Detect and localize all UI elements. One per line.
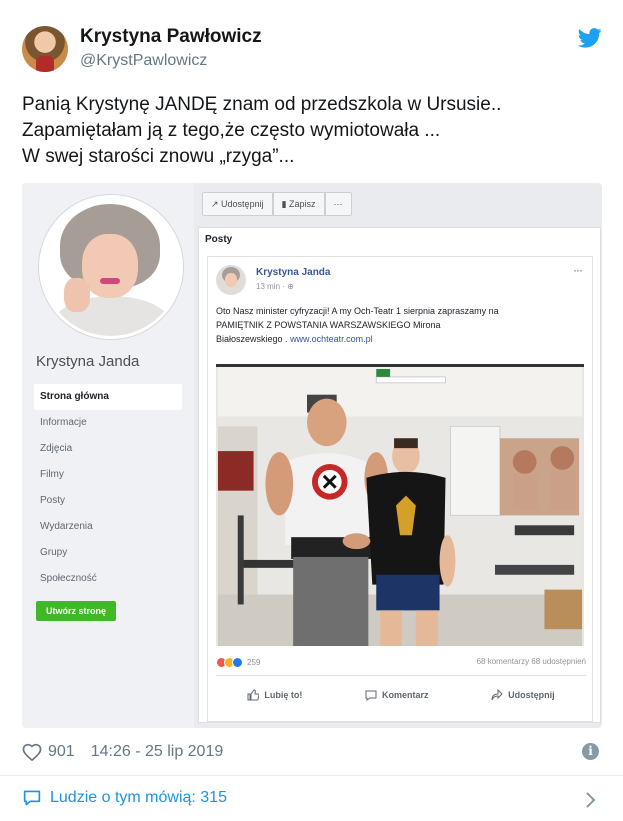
globe-icon: ⊕ xyxy=(287,282,294,291)
fb-post-text-line: PAMIĘTNIK Z POWSTANIA WARSZAWSKIEGO Miro… xyxy=(216,320,441,330)
fb-posts-section: Posty Krystyna Janda 13 min · ⊕ ··· Oto … xyxy=(198,227,601,723)
fb-nav-item: Strona główna xyxy=(34,384,182,410)
info-icon[interactable]: i xyxy=(582,743,599,760)
fb-share-label: Udostępnij xyxy=(221,199,264,209)
fb-post-link: www.ochteatr.com.pl xyxy=(290,334,373,344)
conversation-label: Ludzie o tym mówią: 315 xyxy=(50,789,227,806)
fb-nav-item: Filmy xyxy=(40,469,64,480)
fb-nav-item: Zdjęcia xyxy=(40,443,73,454)
fb-post-text-line: Oto Nasz minister cyfryzacji! A my Och-T… xyxy=(216,306,499,316)
fb-nav-item: Społeczność xyxy=(40,573,97,584)
fb-share-action: ↗ Udostępnij xyxy=(202,192,273,216)
tweet-text-line: Zapamiętałam ją z tego,że często wymioto… xyxy=(22,120,441,141)
fb-top-actions: ↗ Udostępnij ▮ Zapisz ··· xyxy=(202,192,352,216)
fb-post: Krystyna Janda 13 min · ⊕ ··· Oto Nasz m… xyxy=(207,256,593,722)
author-handle[interactable]: @KrystPawlowicz xyxy=(80,52,207,70)
tweet-meta: 901 14:26 - 25 lip 2019 xyxy=(22,741,602,763)
fb-post-photo xyxy=(216,364,584,646)
conversation-link[interactable]: Ludzie o tym mówią: 315 xyxy=(22,789,227,807)
share-arrow-icon xyxy=(491,689,503,701)
fb-nav-item: Posty xyxy=(40,495,66,506)
fb-create-page-button: Utwórz stronę xyxy=(36,601,116,621)
footer-divider xyxy=(0,775,623,776)
fb-post-avatar xyxy=(216,265,246,295)
fb-reaction-count: 259 xyxy=(247,658,261,667)
fb-nav-item: Wydarzenia xyxy=(40,521,93,532)
embedded-screenshot[interactable]: Krystyna Janda Strona główna Informacje … xyxy=(22,183,602,728)
fb-post-counts: 68 komentarzy 68 udostępnień xyxy=(476,657,586,666)
fb-post-text-line: Białoszewskiego . www.ochteatr.com.pl xyxy=(216,332,586,346)
fb-save-action: ▮ Zapisz xyxy=(272,192,325,216)
fb-posts-heading: Posty xyxy=(205,234,233,245)
author-display-name[interactable]: Krystyna Pawłowicz xyxy=(80,26,262,48)
twitter-bird-icon[interactable] xyxy=(578,28,602,48)
fb-post-stats: 259 68 komentarzy 68 udostępnień xyxy=(216,653,586,673)
fb-more-action: ··· xyxy=(324,192,352,216)
fb-post-text-span: Białoszewskiego . xyxy=(216,334,288,344)
fb-comment-label: Komentarz xyxy=(381,690,429,700)
fb-share-label: Udostępnij xyxy=(508,690,555,700)
fb-share-button: Udostępnij xyxy=(491,683,555,707)
fb-page-name: Krystyna Janda xyxy=(36,353,140,370)
fb-post-time-text: 13 min · xyxy=(256,282,288,291)
like-count[interactable]: 901 xyxy=(48,743,75,761)
fb-nav-item: Informacje xyxy=(40,417,87,428)
fb-save-label: Zapisz xyxy=(289,199,316,209)
fb-reactions: 259 xyxy=(216,657,260,668)
fb-like-button: Lubię to! xyxy=(247,683,302,707)
fb-post-divider xyxy=(216,675,586,676)
tweet-text-line: W swej starości znowu „rzyga”... xyxy=(22,146,295,167)
fb-post-text: Oto Nasz minister cyfryzacji! A my Och-T… xyxy=(216,304,586,346)
author-avatar[interactable] xyxy=(22,26,68,72)
thumbs-up-icon xyxy=(247,689,260,701)
heart-icon[interactable] xyxy=(22,743,42,761)
fb-post-buttons: Lubię to! Komentarz Udostępnij xyxy=(216,683,586,707)
fb-sidebar: Krystyna Janda Strona główna Informacje … xyxy=(22,183,194,728)
tweet-text: Panią Krystynę JANDĘ znam od przedszkola… xyxy=(22,92,612,170)
tweet-text-line: Panią Krystynę JANDĘ znam od przedszkola… xyxy=(22,94,502,115)
fb-nav-item: Grupy xyxy=(40,547,68,558)
fb-nav: Strona główna Informacje Zdjęcia Filmy P… xyxy=(34,384,182,592)
tweet-timestamp[interactable]: 14:26 - 25 lip 2019 xyxy=(91,743,224,761)
chevron-right-icon[interactable] xyxy=(585,791,597,809)
fb-like-label: Lubię to! xyxy=(264,690,303,700)
fb-post-author: Krystyna Janda xyxy=(256,267,331,278)
fb-comment-button: Komentarz xyxy=(365,683,429,707)
fb-post-time: 13 min · ⊕ xyxy=(256,282,294,291)
like-reaction-icon xyxy=(232,657,243,668)
fb-post-more-icon: ··· xyxy=(573,263,583,277)
comment-icon xyxy=(365,690,377,701)
fb-profile-picture xyxy=(39,195,183,339)
speech-bubble-icon xyxy=(23,790,41,806)
